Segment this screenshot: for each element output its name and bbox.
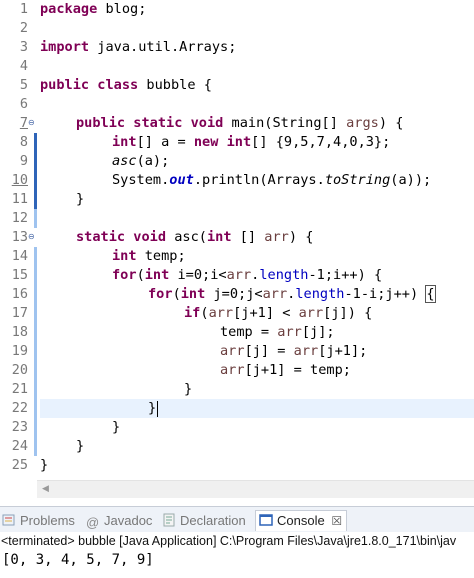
line-number: 3 xyxy=(19,39,28,55)
code-line: for(int i=0;i<arr.length-1;i++) { xyxy=(112,267,383,283)
line-number: 5 xyxy=(19,77,28,93)
code-line: public static void main(String[] args) { xyxy=(76,115,404,131)
line-number: 7 xyxy=(19,115,28,131)
code-line: if(arr[j+1] < arr[j]) { xyxy=(184,305,373,321)
line-number: 17 xyxy=(11,305,28,321)
line-number: 14 xyxy=(11,248,28,264)
code-line: int[] a = new int[] {9,5,7,4,0,3}; xyxy=(112,134,391,150)
line-number: 9 xyxy=(19,153,28,169)
quick-diff-bar xyxy=(34,209,37,228)
line-number: 16 xyxy=(11,286,28,302)
code-line: for(int j=0;j<arr.length-1-i;j++) { xyxy=(148,285,436,303)
code-line: package blog; xyxy=(40,1,147,17)
line-number: 15 xyxy=(11,267,28,283)
line-number: 24 xyxy=(11,438,28,454)
line-number: 2 xyxy=(19,20,28,36)
text-caret xyxy=(157,401,158,417)
problems-icon xyxy=(2,513,16,527)
fold-collapse-icon[interactable]: ⊖ xyxy=(28,232,37,241)
line-number: 11 xyxy=(11,191,28,207)
code-line: import java.util.Arrays; xyxy=(40,39,237,55)
line-number: 19 xyxy=(11,343,28,359)
code-line: } xyxy=(40,457,49,473)
line-number: 1 xyxy=(19,1,28,17)
code-line: } xyxy=(76,191,85,207)
tab-problems[interactable]: Problems xyxy=(2,511,75,531)
code-line: public class bubble { xyxy=(40,77,212,93)
code-line: } xyxy=(148,400,157,416)
code-line: temp = arr[j]; xyxy=(220,324,335,340)
tab-declaration[interactable]: Declaration xyxy=(162,511,246,531)
line-number: 12 xyxy=(11,210,28,226)
line-number: 10 xyxy=(11,172,28,188)
scroll-left-icon[interactable]: ◀ xyxy=(42,483,49,494)
line-number: 21 xyxy=(11,381,28,397)
console-view[interactable]: <terminated> bubble [Java Application] C… xyxy=(0,532,474,578)
close-icon[interactable]: ☒ xyxy=(331,514,342,528)
horizontal-scrollbar[interactable]: ◀ xyxy=(37,480,474,498)
code-line: System.out.println(Arrays.toString(a)); xyxy=(112,172,432,188)
line-number: 23 xyxy=(11,419,28,435)
code-line: } xyxy=(112,419,121,435)
quick-diff-bar xyxy=(34,247,37,456)
code-line: arr[j+1] = temp; xyxy=(220,362,351,378)
console-output[interactable]: [0, 3, 4, 5, 7, 9] xyxy=(2,552,154,568)
tab-javadoc[interactable]: @ Javadoc xyxy=(86,511,152,531)
bottom-panel-tabs: Problems @ Javadoc Declaration Console ☒ xyxy=(0,506,474,533)
line-number-ruler: 1 2 3 4 5 6 7 8 9 10 11 12 13 14 15 16 1… xyxy=(0,0,37,480)
quick-diff-bar xyxy=(34,133,37,209)
code-line: int temp; xyxy=(112,248,186,264)
code-line: asc(a); xyxy=(112,153,170,169)
line-number: 6 xyxy=(19,96,28,112)
line-number: 4 xyxy=(19,58,28,74)
line-number: 22 xyxy=(11,400,28,416)
fold-collapse-icon[interactable]: ⊖ xyxy=(28,118,37,127)
line-number: 25 xyxy=(11,457,28,473)
tab-console[interactable]: Console ☒ xyxy=(255,510,348,531)
matching-bracket-highlight: { xyxy=(425,285,436,303)
javadoc-icon: @ xyxy=(86,515,100,530)
code-line: } xyxy=(184,381,193,397)
line-number: 8 xyxy=(19,134,28,150)
code-line: static void asc(int [] arr) { xyxy=(76,229,314,245)
code-line: } xyxy=(76,438,85,454)
code-line: arr[j] = arr[j+1]; xyxy=(220,343,368,359)
declaration-icon xyxy=(162,513,176,527)
java-editor[interactable]: 1 2 3 4 5 6 7 8 9 10 11 12 13 14 15 16 1… xyxy=(0,0,474,498)
console-status-label: <terminated> bubble [Java Application] C… xyxy=(1,534,457,548)
line-number: 13 xyxy=(11,229,28,245)
console-icon xyxy=(259,513,273,527)
line-number: 18 xyxy=(11,324,28,340)
current-line-highlight xyxy=(40,399,474,418)
line-number: 20 xyxy=(11,362,28,378)
